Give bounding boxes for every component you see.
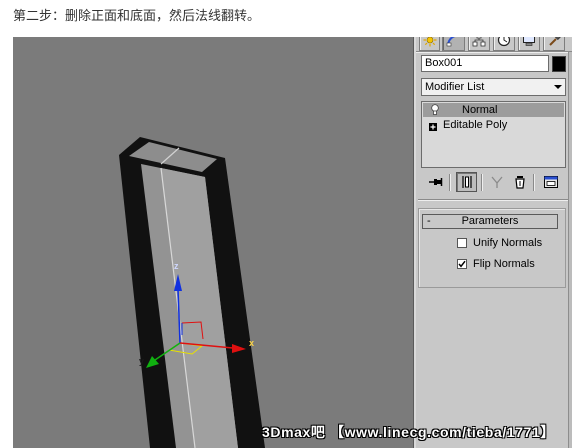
pin-stack-button[interactable] xyxy=(425,172,446,192)
display-icon xyxy=(523,37,535,46)
expand-plus-icon[interactable] xyxy=(429,121,437,135)
stack-item-label: Editable Poly xyxy=(443,119,508,131)
object-name-field[interactable]: Box001 xyxy=(421,55,549,72)
hierarchy-icon xyxy=(472,37,486,47)
command-panel: Box001 Modifier List Normal Editable Pol… xyxy=(416,37,572,448)
stack-item-label: Normal xyxy=(462,104,498,116)
stack-item-editable-poly[interactable]: Editable Poly xyxy=(423,118,564,132)
utilities-icon xyxy=(549,37,561,46)
remove-modifier-button[interactable] xyxy=(509,172,530,192)
tab-display[interactable] xyxy=(518,37,540,51)
chevron-down-icon[interactable] xyxy=(551,79,565,95)
remove-modifier-icon xyxy=(514,176,525,189)
tab-create[interactable] xyxy=(419,37,440,51)
parameters-rollout-header[interactable]: - Parameters xyxy=(422,214,558,229)
stack-toolbar xyxy=(416,172,572,193)
motion-icon xyxy=(497,37,511,47)
modifier-list-label: Modifier List xyxy=(425,81,485,93)
configure-modifier-sets-button[interactable] xyxy=(540,172,561,192)
gizmo-z-label: z xyxy=(174,261,179,271)
show-end-result-icon xyxy=(461,176,472,188)
pin-stack-icon xyxy=(428,178,442,186)
toolbar-separator xyxy=(449,174,450,191)
gizmo-y-label: y xyxy=(139,356,144,366)
tab-modify[interactable] xyxy=(442,37,465,51)
gizmo-x-label: x xyxy=(249,338,254,348)
tab-row-divider xyxy=(416,51,572,52)
create-icon xyxy=(423,37,436,47)
toolbar-separator xyxy=(533,174,534,191)
flip-normals-label[interactable]: Flip Normals xyxy=(473,258,535,270)
configure-modifier-sets-icon xyxy=(543,176,558,188)
modify-icon xyxy=(446,37,456,47)
tab-motion[interactable] xyxy=(493,37,515,51)
unify-normals-label[interactable]: Unify Normals xyxy=(473,237,542,249)
watermark-text: 3Dmax吧 【www.linecg.com/tieba/1771】 xyxy=(262,424,555,440)
perspective-viewport[interactable]: z x y xyxy=(13,37,413,448)
box001-object[interactable] xyxy=(119,137,265,448)
make-unique-button[interactable] xyxy=(486,172,507,192)
unify-normals-checkbox[interactable] xyxy=(457,238,467,248)
make-unique-icon xyxy=(491,176,502,188)
object-color-swatch[interactable] xyxy=(552,56,566,72)
checkmark-icon xyxy=(458,260,466,268)
panel-divider xyxy=(418,199,568,200)
modifier-stack[interactable]: Normal Editable Poly xyxy=(421,101,566,168)
flip-normals-checkbox[interactable] xyxy=(457,259,467,269)
modifier-list-dropdown[interactable]: Modifier List xyxy=(421,78,566,96)
tab-utilities[interactable] xyxy=(543,37,565,51)
show-end-result-button[interactable] xyxy=(456,172,477,192)
rollout-title: Parameters xyxy=(461,215,519,227)
viewport-scene[interactable]: z x y xyxy=(13,37,413,448)
3dsmax-screenshot: z x y Box001 Modifier List Normal Editab… xyxy=(13,37,572,448)
toolbar-separator xyxy=(481,174,482,191)
tab-hierarchy[interactable] xyxy=(468,37,490,51)
stack-item-normal[interactable]: Normal xyxy=(423,103,564,117)
panel-scrollbar[interactable] xyxy=(568,52,572,448)
step-caption: 第二步：删除正面和底面，然后法线翻转。 xyxy=(13,9,261,24)
